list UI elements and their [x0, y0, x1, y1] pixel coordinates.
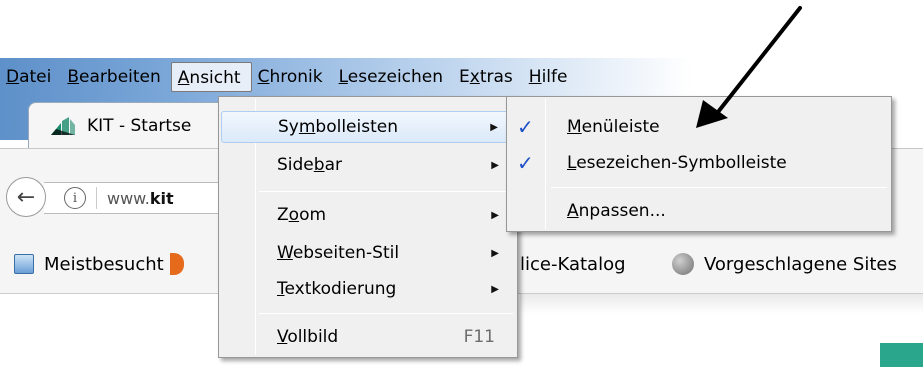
annotation-arrow-icon — [696, 6, 802, 128]
